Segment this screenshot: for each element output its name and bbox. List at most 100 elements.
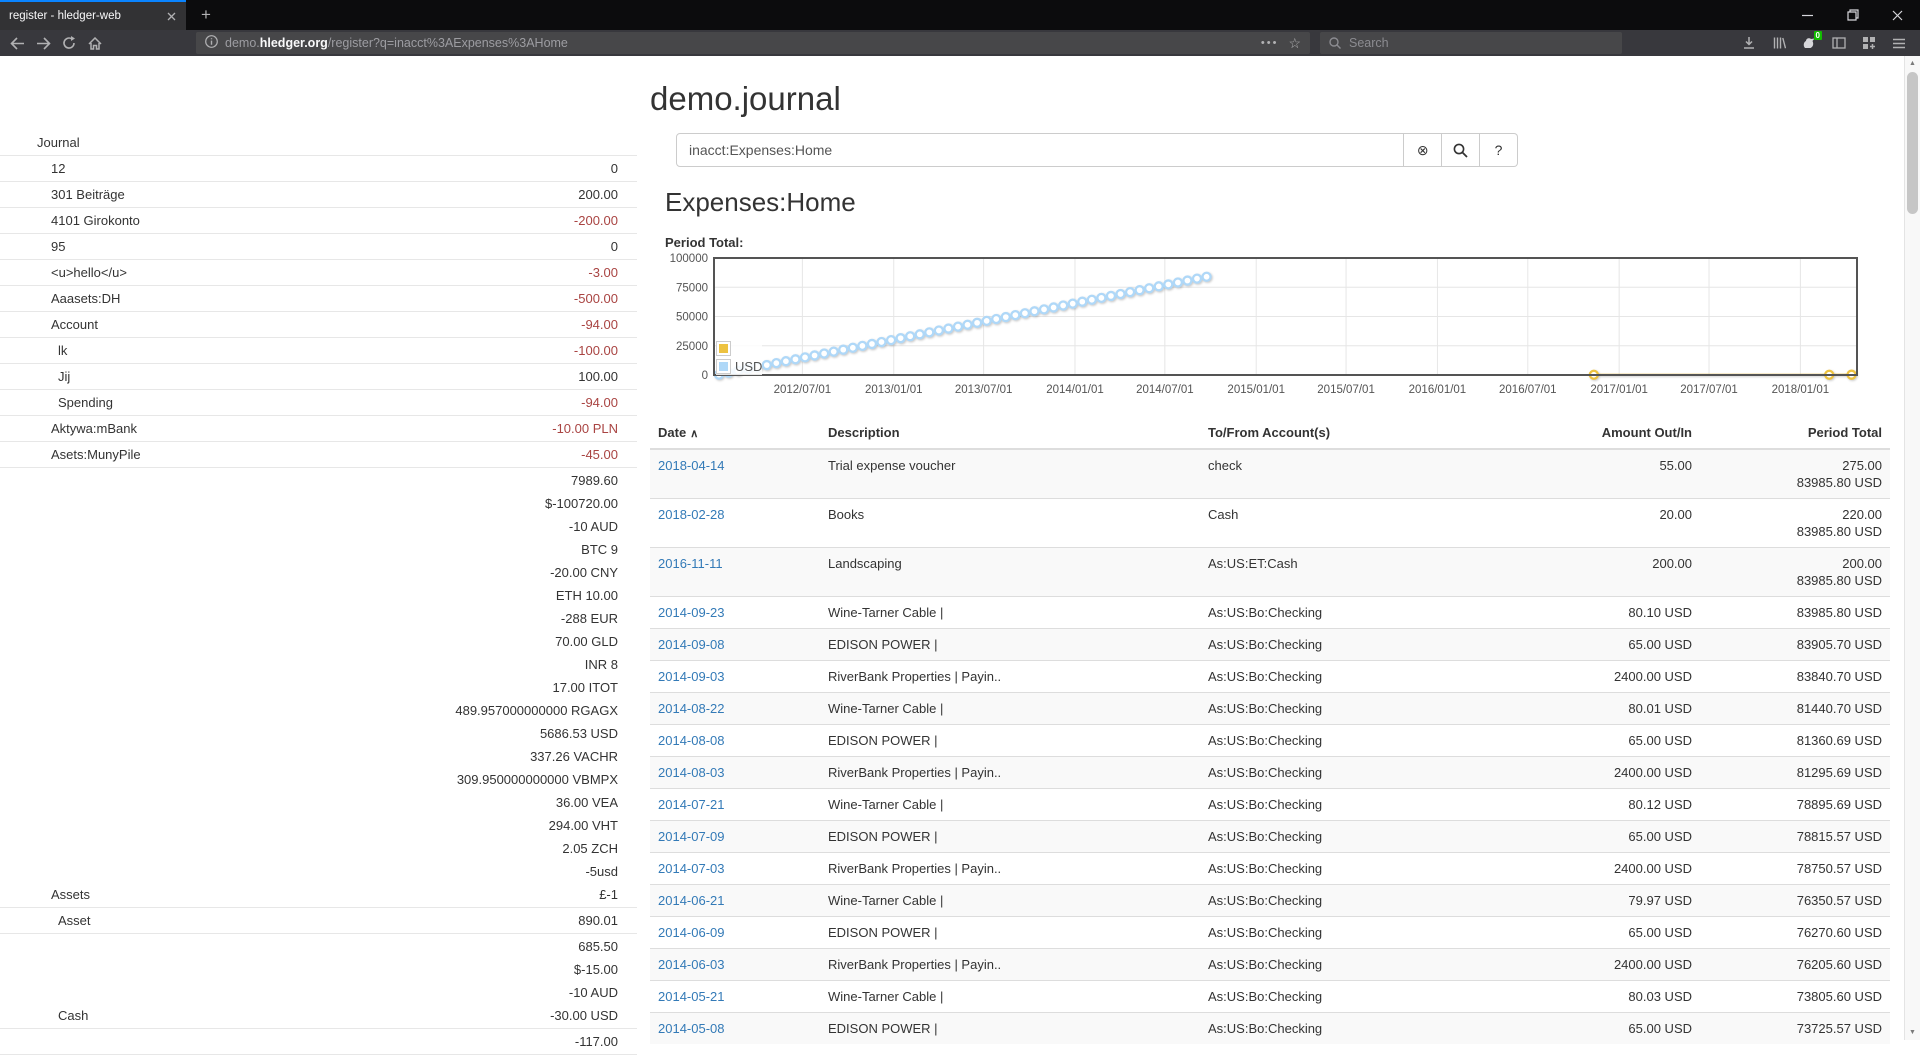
transaction-date-link[interactable]: 2014-07-03: [658, 861, 725, 876]
column-header-amount[interactable]: Amount Out/In: [1530, 417, 1700, 449]
transaction-date-link[interactable]: 2014-06-21: [658, 893, 725, 908]
window-minimize-button[interactable]: [1785, 0, 1830, 30]
sidebar-account-row[interactable]: Aaasets:DH-500.00: [0, 286, 637, 312]
sidebar-account-row[interactable]: 4101 Girokonto-200.00: [0, 208, 637, 234]
transaction-row[interactable]: 2014-06-03RiverBank Properties | Payin..…: [650, 949, 1890, 981]
account-link[interactable]: Assets: [37, 883, 90, 906]
transaction-date-link[interactable]: 2014-09-23: [658, 605, 725, 620]
account-link[interactable]: Aktywa:mBank: [37, 417, 137, 440]
search-submit-button[interactable]: [1442, 133, 1480, 167]
transaction-date-link[interactable]: 2014-07-21: [658, 797, 725, 812]
transaction-date-link[interactable]: 2014-06-03: [658, 957, 725, 972]
transaction-row[interactable]: 2014-09-03RiverBank Properties | Payin..…: [650, 661, 1890, 693]
window-close-button[interactable]: [1875, 0, 1920, 30]
sidebar-account-row[interactable]: Account-94.00: [0, 312, 637, 338]
sidebar-account-row[interactable]: Asset890.01: [0, 908, 637, 934]
transaction-date-link[interactable]: 2018-02-28: [658, 507, 725, 522]
account-link[interactable]: Aaasets:DH: [37, 287, 120, 310]
sidebar-account-row[interactable]: 950: [0, 234, 637, 260]
sidebar-account-row[interactable]: Assets7989.60$-100720.00-10 AUDBTC 9-20.…: [0, 468, 637, 908]
library-icon[interactable]: [1764, 31, 1794, 55]
browser-search-field[interactable]: Search: [1320, 32, 1622, 54]
page-scrollbar[interactable]: ▲ ▼: [1904, 56, 1920, 1040]
column-header-account[interactable]: To/From Account(s): [1200, 417, 1530, 449]
transaction-row[interactable]: 2014-09-08EDISON POWER |As:US:Bo:Checkin…: [650, 629, 1890, 661]
transaction-row[interactable]: 2014-07-03RiverBank Properties | Payin..…: [650, 853, 1890, 885]
transaction-row[interactable]: 2014-06-09EDISON POWER |As:US:Bo:Checkin…: [650, 917, 1890, 949]
transaction-date-link[interactable]: 2016-11-11: [658, 556, 723, 571]
transaction-date-link[interactable]: 2014-05-08: [658, 1021, 725, 1036]
activity-grid-icon[interactable]: [1854, 31, 1884, 55]
transaction-row[interactable]: 2014-05-21Wine-Tarner Cable |As:US:Bo:Ch…: [650, 981, 1890, 1013]
back-icon[interactable]: [4, 31, 30, 55]
transaction-row[interactable]: 2018-02-28BooksCash20.00220.0083985.80 U…: [650, 499, 1890, 548]
sidebar-journal-link[interactable]: Journal: [0, 130, 637, 156]
page-actions-icon[interactable]: •••: [1261, 37, 1279, 49]
account-link[interactable]: 4101 Girokonto: [37, 209, 140, 232]
account-link[interactable]: Spending: [37, 391, 113, 414]
transaction-row[interactable]: 2014-08-22Wine-Tarner Cable |As:US:Bo:Ch…: [650, 693, 1890, 725]
account-link[interactable]: <u>hello</u>: [37, 261, 127, 284]
sidebar-account-row[interactable]: Asets:MunyPile-45.00: [0, 442, 637, 468]
menu-hamburger-icon[interactable]: [1884, 31, 1914, 55]
transaction-date-link[interactable]: 2014-05-21: [658, 989, 725, 1004]
transaction-date-link[interactable]: 2014-08-08: [658, 733, 725, 748]
query-input[interactable]: [676, 133, 1404, 167]
account-link[interactable]: Account: [37, 313, 98, 336]
sidebar-account-row[interactable]: Spending-94.00: [0, 390, 637, 416]
transaction-date-link[interactable]: 2018-04-14: [658, 458, 725, 473]
scroll-up-icon[interactable]: ▲: [1905, 60, 1920, 67]
transaction-date-link[interactable]: 2014-07-09: [658, 829, 725, 844]
reload-icon[interactable]: [56, 31, 82, 55]
account-link[interactable]: lk: [37, 339, 67, 362]
site-info-icon[interactable]: [205, 35, 218, 51]
sidebar-account-row[interactable]: Cash685.50$-15.00-10 AUD-30.00 USD: [0, 934, 637, 1029]
transaction-row[interactable]: 2014-08-03RiverBank Properties | Payin..…: [650, 757, 1890, 789]
tab-close-icon[interactable]: [160, 5, 182, 27]
url-bar[interactable]: demo.hledger.org/register?q=inacct%3AExp…: [196, 32, 1310, 54]
transaction-row[interactable]: 2014-08-08EDISON POWER |As:US:Bo:Checkin…: [650, 725, 1890, 757]
sidebar-account-row[interactable]: lk-100.00: [0, 338, 637, 364]
sidebar-account-row[interactable]: -117.00: [0, 1029, 637, 1055]
account-link[interactable]: Asets:MunyPile: [37, 443, 141, 466]
transaction-row[interactable]: 2014-07-09EDISON POWER |As:US:Bo:Checkin…: [650, 821, 1890, 853]
transaction-row[interactable]: 2014-09-23Wine-Tarner Cable |As:US:Bo:Ch…: [650, 597, 1890, 629]
bookmark-star-icon[interactable]: ☆: [1288, 35, 1301, 52]
account-link[interactable]: 95: [37, 235, 65, 258]
clear-query-button[interactable]: ⊗: [1404, 133, 1442, 167]
sidebar-account-row[interactable]: 301 Beiträge200.00: [0, 182, 637, 208]
scrollbar-thumb[interactable]: [1907, 72, 1918, 214]
transaction-date-link[interactable]: 2014-09-08: [658, 637, 725, 652]
transaction-row[interactable]: 2014-07-21Wine-Tarner Cable |As:US:Bo:Ch…: [650, 789, 1890, 821]
column-header-date[interactable]: Date∧: [650, 417, 820, 449]
account-link[interactable]: Jij: [37, 365, 70, 388]
account-link[interactable]: 301 Beiträge: [37, 183, 125, 206]
extension-icon[interactable]: 0: [1794, 31, 1824, 55]
help-button[interactable]: ?: [1480, 133, 1518, 167]
transaction-row[interactable]: 2016-11-11LandscapingAs:US:ET:Cash200.00…: [650, 548, 1890, 597]
browser-tab-active[interactable]: register - hledger-web: [0, 0, 186, 30]
download-icon[interactable]: [1734, 31, 1764, 55]
account-link[interactable]: 12: [37, 157, 65, 180]
sidebar-account-row[interactable]: <u>hello</u>-3.00: [0, 260, 637, 286]
sidebar-account-row[interactable]: Jij100.00: [0, 364, 637, 390]
sidebar-toggle-icon[interactable]: [1824, 31, 1854, 55]
sidebar-account-row[interactable]: Aktywa:mBank-10.00 PLN: [0, 416, 637, 442]
window-restore-button[interactable]: [1830, 0, 1875, 30]
transaction-date-link[interactable]: 2014-08-22: [658, 701, 725, 716]
scroll-down-icon[interactable]: ▼: [1905, 1029, 1920, 1036]
forward-icon[interactable]: [30, 31, 56, 55]
account-link[interactable]: Asset: [37, 909, 91, 932]
new-tab-button[interactable]: +: [190, 0, 222, 30]
account-link[interactable]: Cash: [37, 1004, 88, 1027]
transaction-date-link[interactable]: 2014-08-03: [658, 765, 725, 780]
column-header-period-total[interactable]: Period Total: [1700, 417, 1890, 449]
sidebar-account-row[interactable]: 120: [0, 156, 637, 182]
transaction-row[interactable]: 2018-04-14Trial expense vouchercheck55.0…: [650, 449, 1890, 499]
transaction-row[interactable]: 2014-05-08EDISON POWER |As:US:Bo:Checkin…: [650, 1013, 1890, 1045]
transaction-row[interactable]: 2014-06-21Wine-Tarner Cable |As:US:Bo:Ch…: [650, 885, 1890, 917]
transaction-date-link[interactable]: 2014-06-09: [658, 925, 725, 940]
column-header-description[interactable]: Description: [820, 417, 1200, 449]
transaction-date-link[interactable]: 2014-09-03: [658, 669, 725, 684]
home-icon[interactable]: [82, 31, 108, 55]
